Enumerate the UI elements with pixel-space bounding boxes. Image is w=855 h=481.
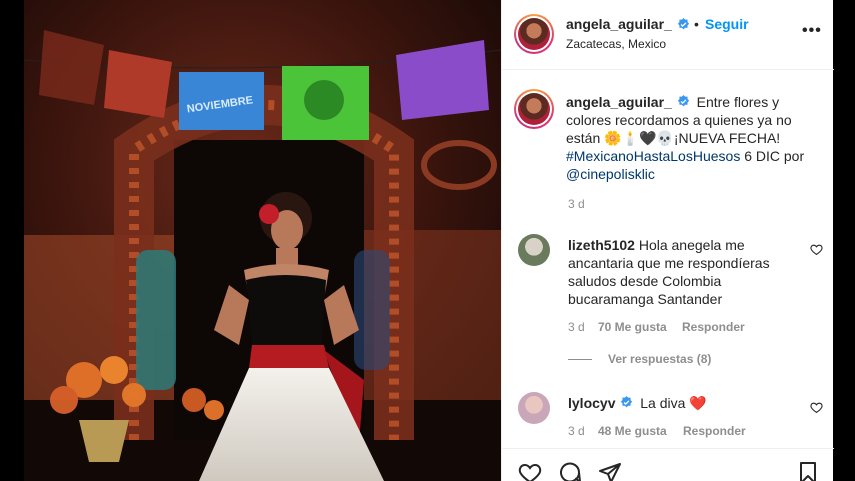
- comment-1-likes[interactable]: 70 Me gusta: [598, 320, 667, 334]
- view-replies-button[interactable]: Ver respuestas (8): [568, 352, 711, 366]
- bookmark-icon[interactable]: [796, 461, 820, 481]
- comment-like-heart-icon[interactable]: [810, 243, 823, 256]
- comment-2-reply-button[interactable]: Responder: [683, 424, 746, 438]
- post-caption: angela_aguilar_ Entre flores y colores r…: [566, 93, 821, 183]
- follow-button[interactable]: Seguir: [705, 16, 749, 32]
- share-icon[interactable]: [598, 461, 622, 481]
- verified-badge-icon: [621, 396, 633, 408]
- comment-body: La diva: [640, 395, 686, 411]
- commenter-avatar[interactable]: [518, 392, 550, 424]
- post-image: NOVIEMBRE: [24, 0, 501, 481]
- commenter-avatar[interactable]: [518, 234, 550, 266]
- replies-divider: [568, 359, 592, 361]
- action-bar: [502, 448, 834, 481]
- verified-badge-icon: [677, 95, 689, 107]
- post-location[interactable]: Zacatecas, Mexico: [566, 37, 666, 51]
- author-avatar[interactable]: [514, 14, 554, 54]
- comment-1-time[interactable]: 3 d: [568, 320, 585, 334]
- heart-icon[interactable]: [518, 461, 542, 481]
- verified-badge-icon: [677, 18, 690, 30]
- comment-username[interactable]: lylocyv: [568, 395, 615, 411]
- comment-like-heart-icon[interactable]: [810, 401, 823, 414]
- left-letterbox: [0, 0, 24, 481]
- view-replies-label: Ver respuestas (8): [608, 352, 712, 366]
- caption-hashtag[interactable]: #MexicanoHastaLosHuesos: [566, 148, 740, 164]
- more-options-icon[interactable]: •••: [802, 22, 822, 40]
- caption-avatar[interactable]: [514, 89, 554, 129]
- comment-username[interactable]: lizeth5102: [568, 237, 635, 253]
- caption-date: 6 DIC por: [744, 148, 805, 164]
- comment-emoji: ❤️: [689, 395, 707, 411]
- author-username[interactable]: angela_aguilar_: [566, 16, 672, 32]
- comment-2: lylocyv La diva ❤️: [568, 394, 798, 412]
- caption-mention[interactable]: @cinepolisklic: [566, 166, 655, 182]
- comment-1: lizeth5102 Hola anegela me ancantaria qu…: [568, 236, 798, 308]
- caption-emojis: 🌼🕯️🖤💀: [604, 130, 674, 146]
- post-header: angela_aguilar_ • Seguir Zacatecas, Mexi…: [502, 0, 834, 70]
- comment-icon[interactable]: [558, 461, 582, 481]
- comment-2-time[interactable]: 3 d: [568, 424, 585, 438]
- right-letterbox: [833, 0, 855, 481]
- comment-2-likes[interactable]: 48 Me gusta: [598, 424, 667, 438]
- comment-1-reply-button[interactable]: Responder: [682, 320, 745, 334]
- post-photo[interactable]: NOVIEMBRE: [24, 0, 501, 481]
- header-separator: •: [694, 16, 699, 32]
- post-details-panel: angela_aguilar_ • Seguir Zacatecas, Mexi…: [501, 0, 834, 481]
- caption-timestamp[interactable]: 3 d: [568, 197, 585, 211]
- caption-announcement: ¡NUEVA FECHA!: [673, 130, 781, 146]
- caption-username[interactable]: angela_aguilar_: [566, 94, 672, 110]
